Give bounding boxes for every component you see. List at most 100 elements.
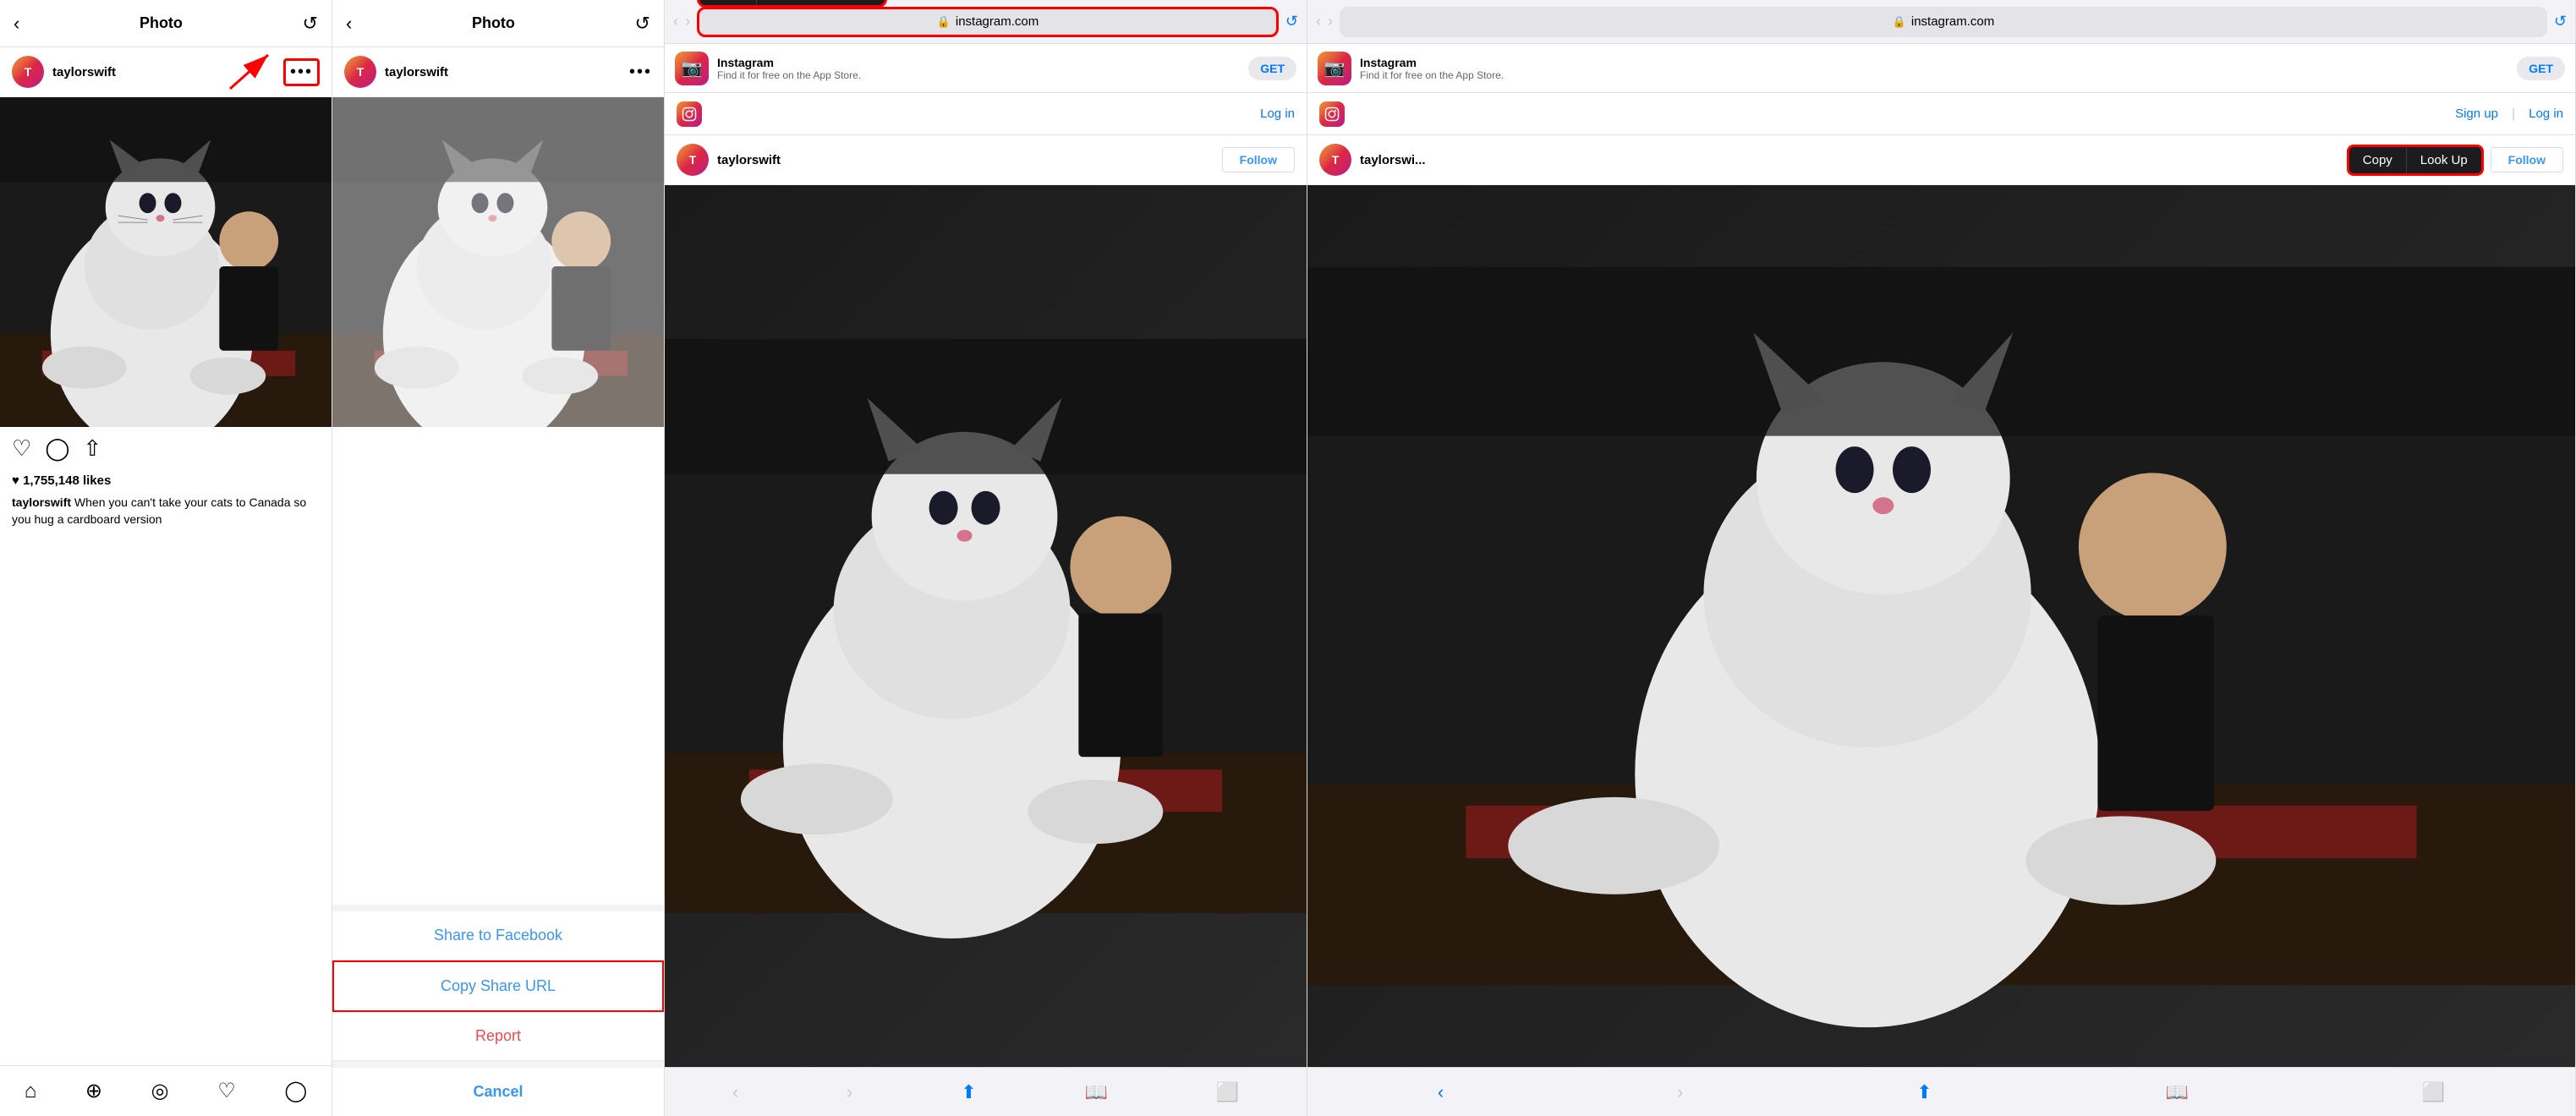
get-button-3[interactable]: GET [1248,57,1296,80]
post-photo [0,97,332,427]
safari-reload-4[interactable]: ↺ [2554,13,2567,30]
follow-button-4[interactable]: Follow [2491,147,2563,172]
safari-photo-4 [1307,185,2575,1067]
action-row: ♡ ◯ ⇧ [0,427,332,470]
activity-tab[interactable]: ♡ [217,1079,236,1103]
likes-count: ♥ 1,755,148 likes [0,470,332,491]
three-dots-menu-2[interactable]: ••• [629,63,652,82]
safari-back-bottom-3[interactable]: ‹ [732,1081,738,1103]
safari-bottom-bar-4: ‹ › ⬆ 📖 ⬜ [1307,1067,2575,1116]
ig-banner-title-3: Instagram [717,56,1240,69]
safari-forward-4[interactable]: › [1328,13,1333,30]
safari-bookmarks-bottom-3[interactable]: 📖 [1084,1081,1107,1103]
divider-4: | [2512,107,2515,122]
caption-username: taylorswift [12,495,71,509]
back-icon-2[interactable]: ‹ [346,13,352,35]
like-icon[interactable]: ♡ [12,435,31,462]
domain-text-3: instagram.com [956,14,1039,29]
safari-avatar-3: T [677,144,709,176]
copy-paste-popup-area: Copy Paste and Search [697,0,887,8]
safari-panels: ‹ › Copy Paste and Search 🔒 instagram.co… [665,0,2576,1116]
report-option[interactable]: Report [332,1012,664,1061]
ig-banner-text-4: Instagram Find it for free on the App St… [1360,56,2508,81]
safari-tabs-bottom-4[interactable]: ⬜ [2422,1081,2445,1103]
ios-nav-bar: ‹ Photo ↺ [0,0,332,47]
safari-avatar-4: T [1319,144,1351,176]
safari-back-bottom-4[interactable]: ‹ [1438,1081,1444,1103]
safari-profile-row-3: T taylorswift Follow [665,135,1307,185]
ios-nav-bar-2: ‹ Photo ↺ [332,0,664,47]
safari-forward-bottom-3[interactable]: › [847,1081,852,1103]
copy-lookup-popup: Copy Look Up [2347,145,2484,176]
post-caption: taylorswift When you can't take your cat… [0,491,332,534]
cancel-option[interactable]: Cancel [332,1068,664,1116]
ig-logo-4 [1319,101,1345,127]
post-photo-2 [332,97,664,427]
paste-search-button-popup[interactable]: Paste and Search [757,0,885,5]
avatar-2: T [344,56,376,88]
login-link-3[interactable]: Log in [1260,107,1295,121]
comment-icon[interactable]: ◯ [45,435,69,462]
ig-banner-sub-3: Find it for free on the App Store. [717,69,1240,81]
profile-row-2: T taylorswift ••• [332,47,664,97]
copy-button-popup[interactable]: Copy [699,0,757,5]
search-tab[interactable]: ⊕ [85,1079,102,1103]
reload-icon-2[interactable]: ↺ [635,13,650,35]
follow-button-3[interactable]: Follow [1222,147,1295,172]
panel-share-sheet: ‹ Photo ↺ T taylorswift ••• [332,0,665,1116]
safari-ig-header-4: Sign up | Log in [1307,93,2575,135]
nav-title-2: Photo [472,14,515,32]
safari-forward-bottom-4[interactable]: › [1677,1081,1683,1103]
panel-instagram-app: ‹ Photo ↺ T taylorswift ••• [0,0,332,1116]
login-link-4[interactable]: Log in [2529,107,2563,121]
safari-address-bar-4: ‹ › 🔒 instagram.com ↺ [1307,0,2575,44]
ig-logo-3 [677,101,702,127]
safari-ig-header-3: Log in [665,93,1307,135]
safari-container-4: ‹ › 🔒 instagram.com ↺ 📷 Instagram Find i… [1307,0,2575,1116]
ig-banner-text-3: Instagram Find it for free on the App St… [717,56,1240,81]
address-box-3[interactable]: 🔒 instagram.com [697,7,1279,37]
safari-share-bottom-3[interactable]: ⬆ [961,1081,976,1103]
lock-icon-4: 🔒 [1893,15,1906,29]
reload-icon[interactable]: ↺ [303,13,318,35]
panel-safari-4: ‹ › 🔒 instagram.com ↺ 📷 Instagram Find i… [1307,0,2576,1116]
safari-back-4[interactable]: ‹ [1316,13,1321,30]
signup-link-4[interactable]: Sign up [2455,107,2498,121]
profile-tab[interactable]: ◯ [284,1079,307,1103]
safari-share-bottom-4[interactable]: ⬆ [1916,1081,1932,1103]
copy-paste-popup: Copy Paste and Search [697,0,887,8]
ig-banner-title-4: Instagram [1360,56,2508,69]
ig-banner-icon-3: 📷 [675,52,709,85]
copy-button-lookup[interactable]: Copy [2349,147,2407,173]
share-icon[interactable]: ⇧ [83,435,101,462]
ig-install-banner-4: 📷 Instagram Find it for free on the App … [1307,44,2575,93]
address-box-4[interactable]: 🔒 instagram.com [1340,7,2547,37]
copy-lookup-container: Copy Look Up [2347,145,2484,176]
red-arrow-annotation [222,46,289,101]
ig-banner-icon-4: 📷 [1318,52,1351,85]
safari-reload-3[interactable]: ↺ [1285,13,1298,30]
ios-bottom-nav: ⌂ ⊕ ◎ ♡ ◯ [0,1065,332,1116]
share-facebook-option[interactable]: Share to Facebook [332,911,664,960]
back-icon[interactable]: ‹ [14,13,19,35]
safari-back-3[interactable]: ‹ [673,13,678,30]
ig-install-banner-3: 📷 Instagram Find it for free on the App … [665,44,1307,93]
safari-username-4: taylorswi... [1360,153,2340,167]
address-area-3: Copy Paste and Search 🔒 instagram.com [697,7,1279,37]
camera-tab[interactable]: ◎ [151,1079,169,1103]
safari-tabs-bottom-3[interactable]: ⬜ [1216,1081,1239,1103]
copy-share-url-option[interactable]: Copy Share URL [332,960,664,1012]
safari-forward-3[interactable]: › [685,13,690,30]
home-tab[interactable]: ⌂ [25,1080,37,1103]
safari-photo-3 [665,185,1307,1067]
share-sheet: Share to Facebook Copy Share URL Report … [332,905,664,1116]
safari-bookmarks-bottom-4[interactable]: 📖 [2165,1081,2188,1103]
nav-title: Photo [140,14,183,32]
get-button-4[interactable]: GET [2517,57,2565,80]
avatar: T [12,56,44,88]
look-up-button[interactable]: Look Up [2407,147,2481,173]
ig-banner-sub-4: Find it for free on the App Store. [1360,69,2508,81]
safari-username-3: taylorswift [717,153,1222,167]
safari-address-bar-3: ‹ › Copy Paste and Search 🔒 instagram.co… [665,0,1307,44]
safari-profile-row-4: T taylorswi... Copy Look Up Follow [1307,135,2575,185]
